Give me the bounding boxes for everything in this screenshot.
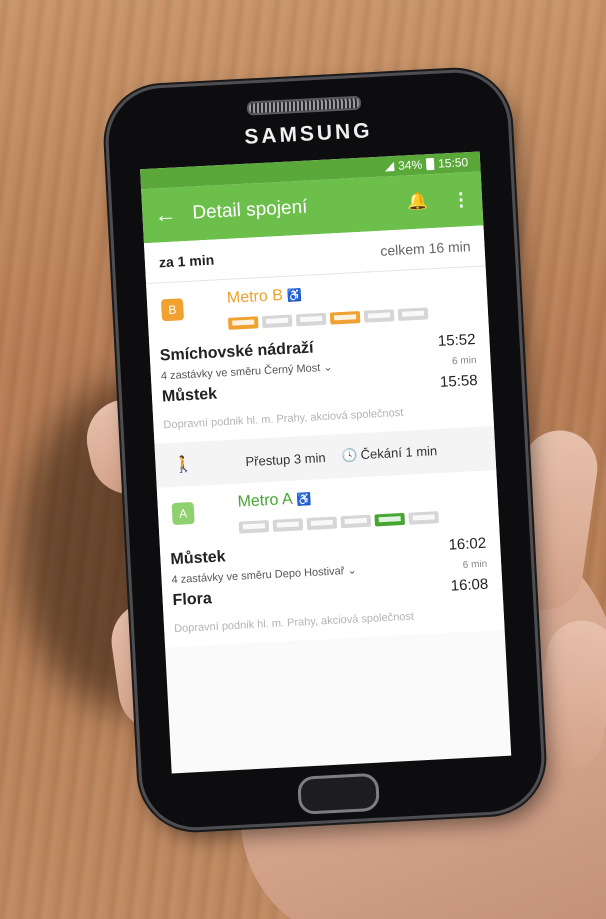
departure-time: 15:52	[437, 330, 476, 350]
status-time: 15:50	[437, 155, 469, 171]
train-car-position	[238, 509, 485, 534]
signal-icon	[383, 161, 395, 172]
more-vertical-icon[interactable]: ⋮	[446, 189, 471, 211]
operator-name: Dopravní podnik hl. m. Prahy, akciová sp…	[173, 610, 415, 636]
departure-countdown: za 1 min	[158, 251, 215, 271]
ride-duration: 6 min	[462, 558, 488, 571]
wheelchair-icon: ♿	[296, 491, 312, 507]
arrival-time: 15:58	[439, 371, 479, 391]
train-car-position	[227, 305, 474, 330]
total-duration: celkem 16 min	[379, 238, 471, 259]
train-car	[363, 309, 395, 323]
leg-card-metro-a[interactable]: A Metro A ♿ Můstek 16:02 4 zastávky ve sm…	[156, 470, 505, 648]
ride-duration: 6 min	[451, 354, 477, 368]
arrival-stop-name: Flora	[172, 590, 213, 610]
line-name: Metro A ♿	[237, 490, 312, 511]
wheelchair-icon: ♿	[286, 288, 303, 303]
train-car	[397, 307, 429, 321]
line-name: Metro B ♿	[226, 287, 303, 307]
departure-stop-name: Můstek	[170, 548, 227, 569]
battery-percent: 34%	[397, 157, 423, 173]
train-car	[340, 514, 372, 529]
battery-icon	[425, 157, 435, 171]
arrival-stop-name: Můstek	[161, 385, 218, 406]
train-car	[272, 518, 304, 532]
page-title: Detail spojení	[191, 196, 308, 224]
train-car	[295, 312, 327, 327]
metro-a-icon: A	[171, 501, 195, 526]
train-car	[329, 310, 361, 325]
departure-stop-name: Smíchovské nádraží	[159, 339, 314, 365]
metro-b-icon: B	[160, 298, 185, 322]
bell-icon[interactable]: 🔔	[406, 191, 428, 212]
arrow-left-icon[interactable]: ←	[154, 201, 177, 229]
arrival-time: 16:08	[450, 575, 489, 595]
train-car	[238, 520, 270, 534]
phone-brand-logo: SAMSUNG	[243, 119, 374, 149]
walking-icon: 🚶	[173, 455, 194, 474]
phone-screen: 34% 15:50 ← Detail spojení 🔔 ⋮ za 1 min …	[140, 151, 512, 774]
transfer-wait: Čekání 1 min	[360, 443, 438, 463]
train-car	[306, 516, 338, 531]
train-car	[408, 511, 439, 525]
transfer-walk: Přestup 3 min	[245, 449, 326, 469]
transfer-wait-group: 🕓 Čekání 1 min	[341, 443, 437, 464]
train-car	[227, 316, 259, 330]
leg-card-metro-b[interactable]: B Metro B ♿ Smíchovské nádraží 15:52 4 za…	[146, 266, 494, 444]
clock-icon: 🕓	[341, 447, 359, 464]
train-car	[374, 512, 406, 527]
home-button[interactable]	[297, 772, 380, 815]
train-car	[261, 314, 293, 329]
smartphone: SAMSUNG 34% 15:50 ← Detail spojení 🔔 ⋮ z…	[105, 70, 545, 830]
earpiece-speaker	[246, 95, 362, 116]
departure-time: 16:02	[448, 534, 487, 554]
